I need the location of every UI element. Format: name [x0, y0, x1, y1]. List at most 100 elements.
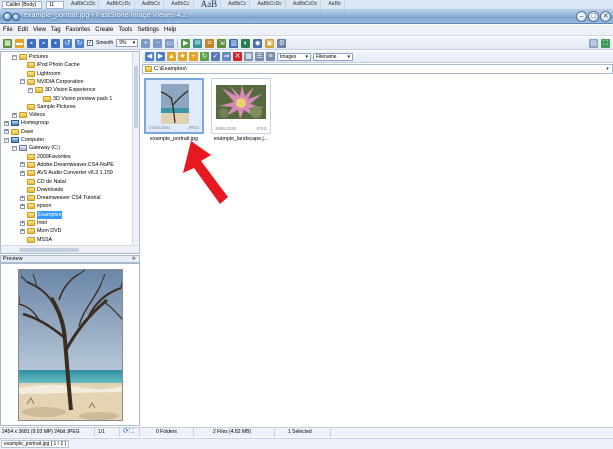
- tree-item[interactable]: CD de Natal: [20, 178, 66, 186]
- settings-icon[interactable]: ⚙: [277, 38, 287, 48]
- slideshow-icon[interactable]: ▶: [181, 38, 191, 48]
- delete-icon[interactable]: ✕: [233, 52, 242, 61]
- tree-item[interactable]: − NVIDIA Corporation: [20, 78, 84, 86]
- tree-item[interactable]: − Computer: [4, 136, 44, 144]
- forward-icon[interactable]: ▶: [156, 52, 165, 61]
- close-button[interactable]: ✕: [600, 11, 611, 22]
- fit-window-icon[interactable]: ▭: [165, 38, 175, 48]
- tree-item[interactable]: Sample Pictures: [20, 103, 76, 111]
- minimize-button[interactable]: –: [576, 11, 587, 22]
- tree-vertical-scrollbar[interactable]: [132, 52, 139, 245]
- tree-item[interactable]: − Pictures: [12, 53, 48, 61]
- menu-view[interactable]: View: [33, 27, 46, 33]
- thumbnails-view-icon[interactable]: ▦: [244, 52, 253, 61]
- images-filter-select[interactable]: Images ▾: [277, 52, 311, 61]
- maximize-button[interactable]: □: [588, 11, 599, 22]
- tree-item[interactable]: 3D Vision preview pack 1: [36, 95, 112, 103]
- resize-icon[interactable]: ⇲: [217, 38, 227, 48]
- menu-file[interactable]: File: [3, 27, 13, 33]
- tree-horizontal-scrollbar[interactable]: [1, 245, 139, 253]
- tree-expander[interactable]: +: [20, 170, 25, 176]
- address-bar[interactable]: C:\Examples\ ▾: [142, 64, 613, 74]
- scrollbar-thumb[interactable]: [19, 248, 79, 252]
- wallpaper-icon[interactable]: ▣: [265, 38, 275, 48]
- tree-item[interactable]: + Dave: [4, 128, 33, 136]
- tree-expander[interactable]: −: [12, 54, 17, 60]
- tree-item[interactable]: 2009Favorites: [20, 153, 71, 161]
- tree-expander[interactable]: +: [20, 162, 25, 168]
- list-view-icon[interactable]: ≡: [266, 52, 275, 61]
- tree-item[interactable]: iPod Photo Cache: [20, 61, 80, 69]
- tree-item[interactable]: + Mom DVD: [20, 227, 61, 235]
- scrollbar-thumb[interactable]: [134, 66, 138, 128]
- smooth-checkbox[interactable]: ✓: [87, 40, 93, 46]
- tree-expander[interactable]: −: [12, 145, 17, 151]
- menu-tag[interactable]: Tag: [51, 27, 61, 33]
- browse-icon[interactable]: ▦: [3, 38, 12, 48]
- tree-expander[interactable]: −: [28, 87, 33, 93]
- tree-item[interactable]: + Intel: [20, 219, 47, 227]
- menu-favorites[interactable]: Favorites: [66, 27, 91, 33]
- print-icon[interactable]: ▪: [51, 38, 60, 48]
- save-as-icon[interactable]: ▪: [39, 38, 48, 48]
- back-icon[interactable]: ◀: [145, 52, 154, 61]
- tree-item[interactable]: MSSA: [20, 236, 52, 244]
- tree-expander[interactable]: −: [20, 79, 25, 85]
- copy-to-icon[interactable]: ⇒: [222, 52, 231, 61]
- tree-expander[interactable]: +: [20, 228, 25, 234]
- tree-expander[interactable]: +: [4, 129, 9, 135]
- thumbnail-card[interactable]: 2454x3681 JPEG: [144, 78, 204, 134]
- tree-expander[interactable]: −: [4, 137, 9, 143]
- tree-item[interactable]: Examples: [20, 210, 63, 219]
- tree-item[interactable]: Downloads: [20, 186, 63, 194]
- tag-icon[interactable]: ✓: [211, 52, 220, 61]
- chevron-down-icon[interactable]: ▾: [604, 66, 611, 72]
- sharpen-icon[interactable]: ◆: [253, 38, 263, 48]
- rotate-right-icon[interactable]: ↻: [75, 38, 84, 48]
- save-icon[interactable]: ▪: [27, 38, 36, 48]
- tree-expander[interactable]: +: [20, 195, 25, 201]
- expand-icon[interactable]: ⛶: [129, 428, 134, 435]
- tree-item[interactable]: + Homegroup: [4, 119, 49, 127]
- tree-expander[interactable]: +: [20, 220, 25, 226]
- tree-item[interactable]: + AVS Audio Converter v6.2.1.159: [20, 169, 113, 177]
- crop-icon[interactable]: ⌗: [205, 38, 215, 48]
- thumbnail-browser[interactable]: 2454x3681 JPEG example_portrait.jpg 3888…: [142, 75, 613, 426]
- tree-item[interactable]: + Videos: [12, 111, 45, 119]
- refresh-icon[interactable]: ↻: [200, 52, 209, 61]
- layout-icon[interactable]: ▤: [589, 39, 598, 48]
- zoom-in-icon[interactable]: +: [141, 38, 151, 48]
- open-folder-icon[interactable]: ▬: [15, 38, 24, 48]
- color-adjust-icon[interactable]: ◐: [241, 38, 251, 48]
- tree-item[interactable]: + Adobe.Dreamweaver.CS4-NoPE: [20, 161, 114, 169]
- tree-expander[interactable]: +: [12, 112, 17, 118]
- fullscreen-icon[interactable]: ⛶: [601, 39, 610, 48]
- app-icon[interactable]: [3, 12, 12, 21]
- rotate-left-icon[interactable]: ↺: [63, 38, 72, 48]
- tree-expander[interactable]: +: [20, 203, 25, 209]
- thumbnail-card[interactable]: 3888x2592 JPEG: [211, 78, 271, 134]
- folder-tree[interactable]: − Pictures iPod Photo Cache Lightroom − NVIDI…: [0, 51, 140, 254]
- zoom-select[interactable]: 9% ▾: [116, 39, 139, 47]
- up-folder-icon[interactable]: ▲: [167, 52, 176, 61]
- sort-select[interactable]: Filename ▾: [313, 52, 353, 61]
- email-icon[interactable]: ✉: [193, 38, 203, 48]
- new-folder-icon[interactable]: +: [189, 52, 198, 61]
- tree-item[interactable]: − Gateway (C:): [12, 144, 60, 152]
- title-bar[interactable]: example_portrait.jpg - FastStone Image V…: [0, 10, 613, 24]
- details-view-icon[interactable]: ☰: [255, 52, 264, 61]
- tree-item[interactable]: + Dreamweaver CS4 Tutorial: [20, 194, 101, 202]
- menu-edit[interactable]: Edit: [18, 27, 28, 33]
- tree-expander[interactable]: +: [4, 120, 9, 126]
- zoom-out-icon[interactable]: −: [153, 38, 163, 48]
- menu-help[interactable]: Help: [164, 27, 176, 33]
- tree-item[interactable]: Lightroom: [20, 70, 61, 78]
- tree-item[interactable]: + epson: [20, 202, 51, 210]
- menu-tools[interactable]: Tools: [118, 27, 132, 33]
- menu-settings[interactable]: Settings: [137, 27, 159, 33]
- menu-create[interactable]: Create: [95, 27, 113, 33]
- pin-icon[interactable]: ∓: [132, 256, 136, 262]
- favorites-folder-icon[interactable]: ★: [178, 52, 187, 61]
- compare-icon[interactable]: ▥: [229, 38, 239, 48]
- tree-item[interactable]: − 3D Vision Experience: [28, 86, 96, 94]
